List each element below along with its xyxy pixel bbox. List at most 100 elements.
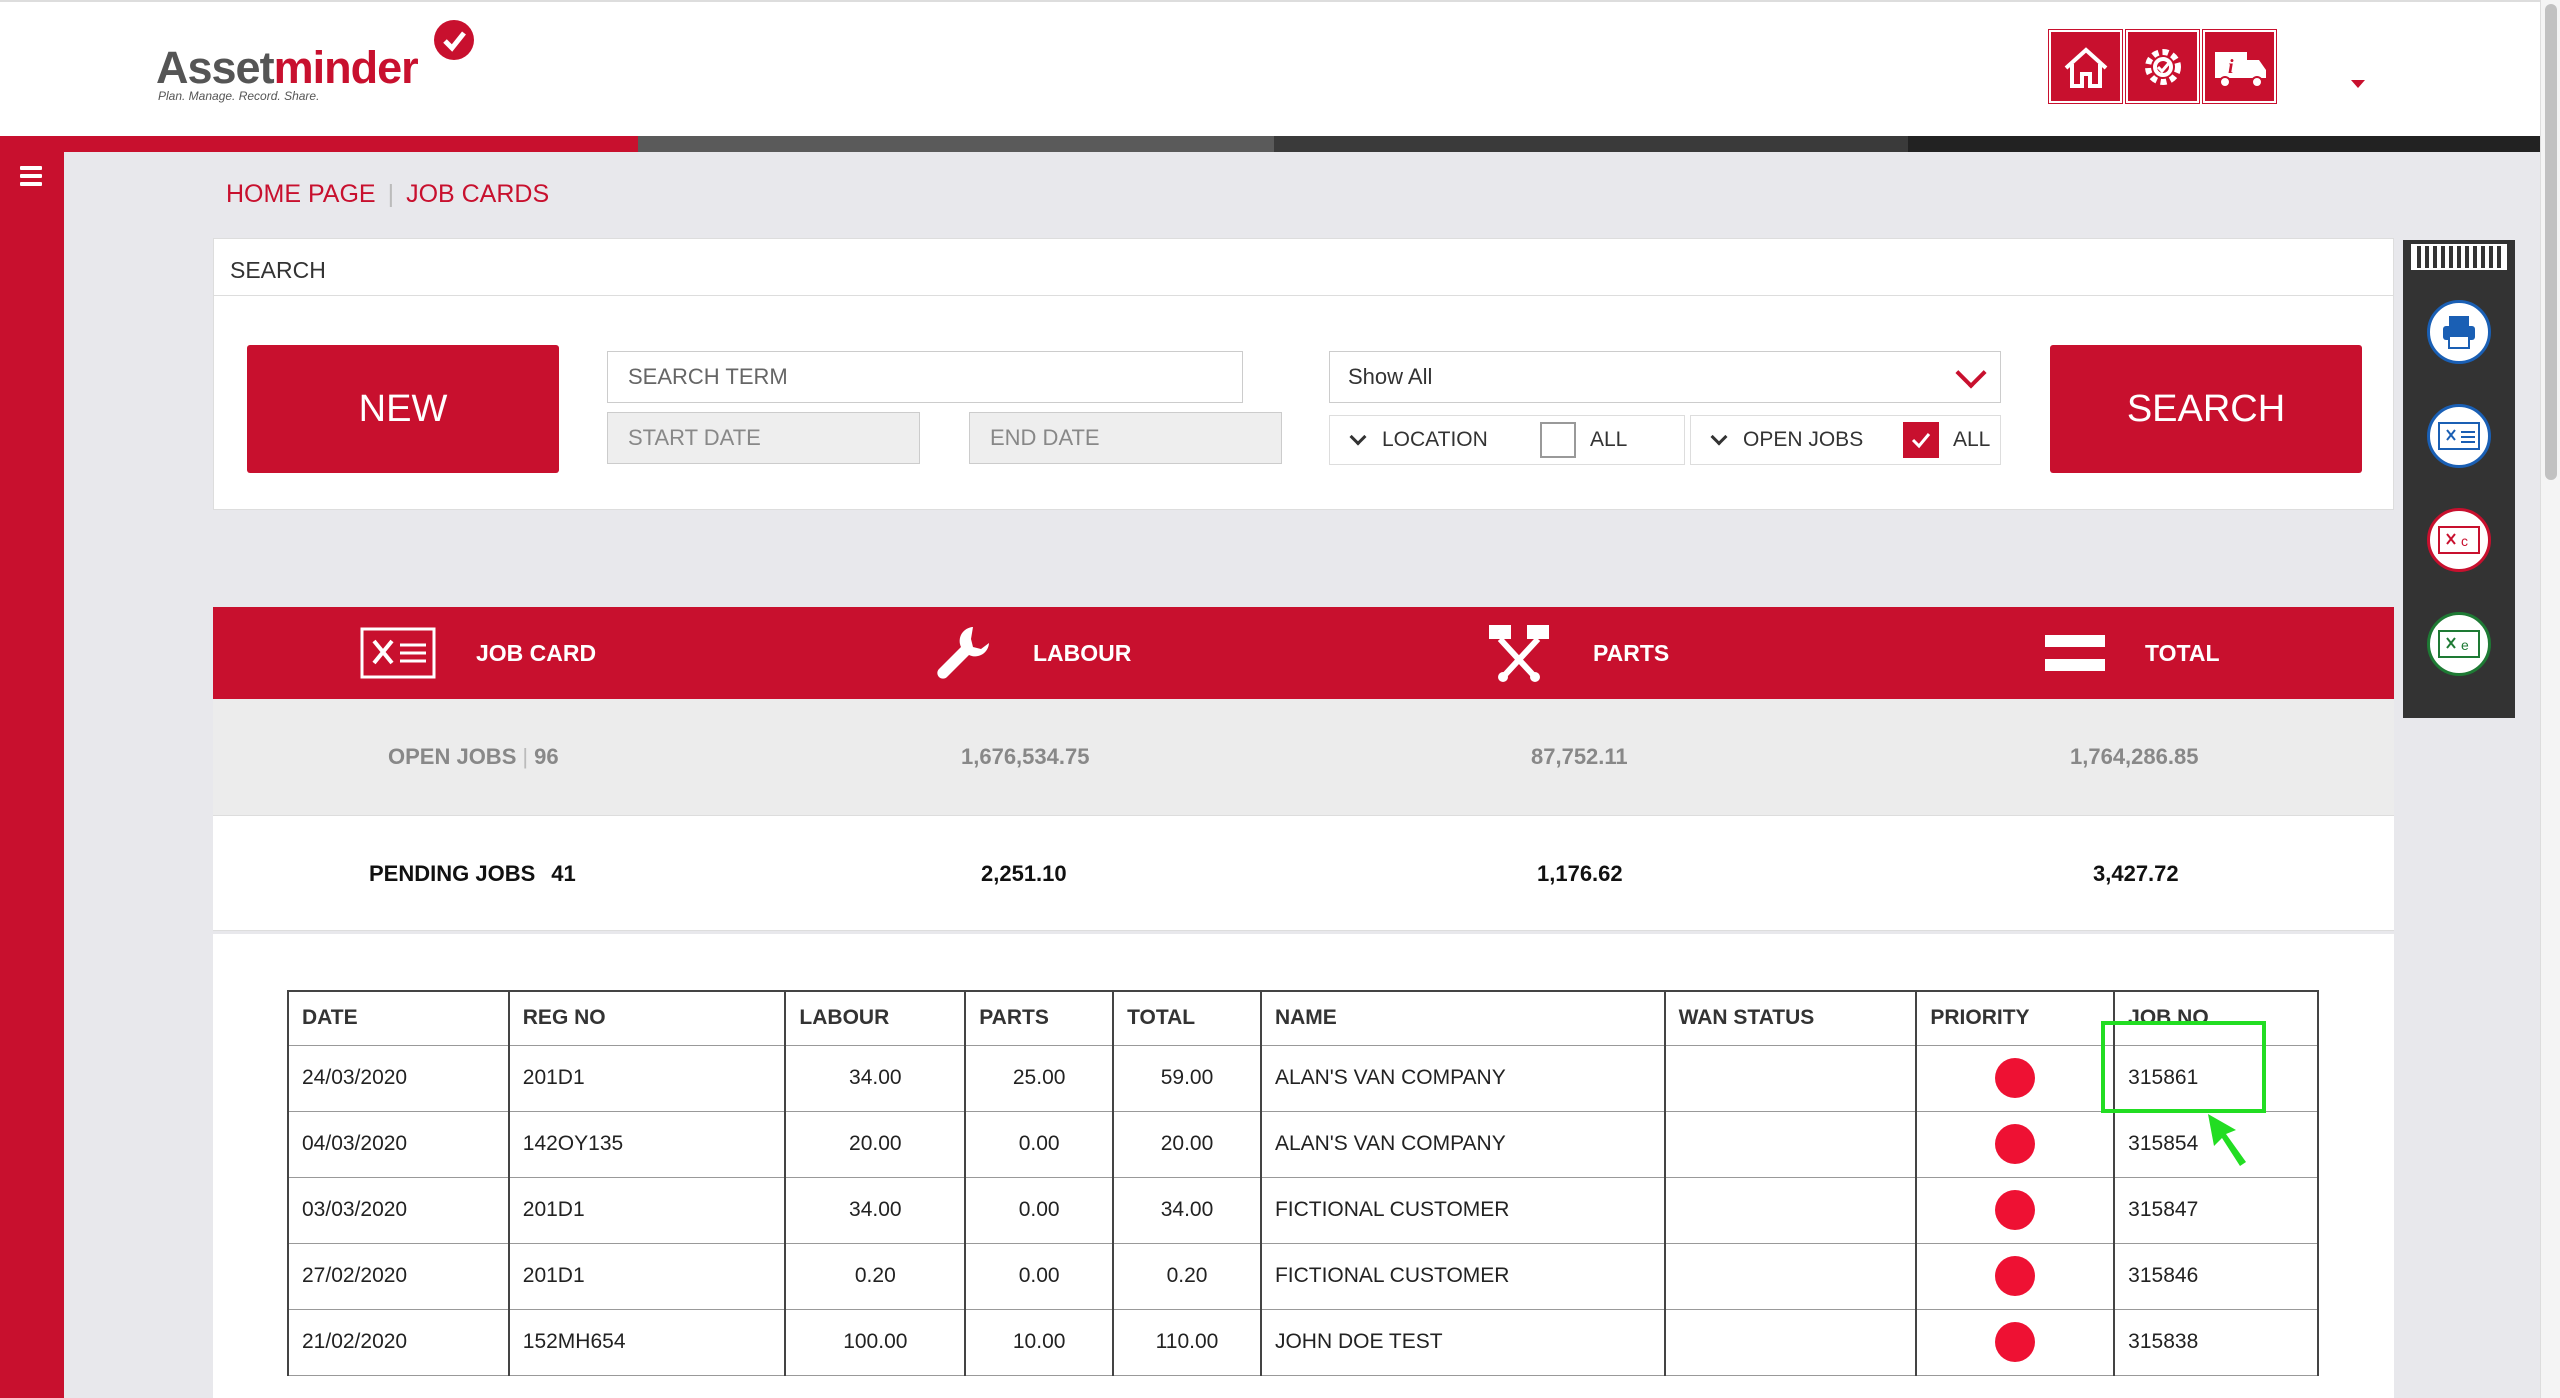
priority-dot-icon [1995,1256,2036,1296]
start-date-input[interactable]: START DATE [607,412,920,464]
cell-date: 27/02/2020 [287,1243,510,1310]
table-row[interactable]: 27/02/2020 201D1 0.20 0.00 0.20 FICTIONAL CUS… [287,1243,2319,1310]
new-button[interactable]: NEW [247,345,559,473]
open-jobs-filter[interactable]: OPEN JOBS ALL [1690,415,2001,465]
show-filter-value: Show All [1348,364,1433,389]
location-filter[interactable]: LOCATION ALL [1329,415,1685,465]
export-icon [2438,422,2480,450]
open-jobs-labour: 1,676,534.75 [961,744,1090,769]
open-jobs-parts: 87,752.11 [1531,744,1628,769]
page-scrollbar[interactable] [2540,0,2560,1398]
export-csv-button[interactable]: c [2427,508,2491,572]
pending-jobs-summary-row[interactable]: PENDING JOBS 41 2,251.10 1,176.62 3,427.7… [213,815,2394,931]
search-panel: SEARCH NEW SEARCH TERM START DATE END DA… [213,238,2394,510]
summary-total-header: TOTAL [2043,607,2220,699]
cell-total: 20.00 [1113,1111,1262,1178]
col-wan-status[interactable]: WAN STATUS [1664,990,1918,1046]
job-card-icon [360,627,436,679]
cell-wan [1664,1243,1918,1310]
vehicle-info-button[interactable]: i [2202,29,2277,104]
job-cards-table: DATE REG NO LABOUR PARTS TOTAL NAME WAN … [287,990,2319,1376]
cell-priority [1916,1177,2116,1244]
header-stripe-dark [1274,136,1908,152]
summary-header: JOB CARD LABOUR PARTS TOTAL [213,607,2394,699]
cell-reg: 201D1 [508,1243,787,1310]
col-total[interactable]: TOTAL [1113,990,1262,1046]
header-stripe-grey [638,136,1274,152]
home-icon [2064,46,2107,88]
summary-labour-label: LABOUR [1033,639,1132,666]
search-button[interactable]: SEARCH [2050,345,2362,473]
open-jobs-summary-row[interactable]: OPEN JOBS | 96 1,676,534.75 87,752.11 1,76… [213,699,2394,815]
pending-jobs-labour: 2,251.10 [981,861,1067,886]
cell-reg: 201D1 [508,1177,787,1244]
hamburger-menu-icon[interactable] [20,166,42,186]
summary-parts-label: PARTS [1593,639,1670,666]
cell-wan [1664,1177,1918,1244]
pending-jobs-count: 41 [551,861,576,886]
breadcrumb-home-link[interactable]: HOME PAGE [226,180,376,208]
col-name[interactable]: NAME [1260,990,1666,1046]
location-chevron-icon [1349,428,1367,446]
assetminder-logo[interactable]: Assetminder Plan. Manage. Record. Share. [156,20,496,112]
export-excel-icon: e [2438,630,2480,658]
cell-priority [1916,1309,2116,1376]
pending-jobs-total: 3,427.72 [2093,861,2179,886]
cell-labour: 20.00 [785,1111,967,1178]
breadcrumb: HOME PAGE | JOB CARDS [226,180,550,208]
col-labour[interactable]: LABOUR [785,990,967,1046]
col-date[interactable]: DATE [287,990,510,1046]
cell-wan [1664,1045,1918,1112]
print-button[interactable] [2427,300,2491,364]
settings-button[interactable] [2125,29,2200,104]
location-all-checkbox[interactable] [1540,422,1576,458]
show-filter-select[interactable]: Show All [1329,351,2001,403]
cell-job[interactable]: 315846 [2114,1243,2319,1310]
job-no-highlight-box [2101,1021,2266,1113]
cell-name: FICTIONAL CUSTOMER [1260,1243,1666,1310]
barcode-icon[interactable] [2411,244,2507,270]
cell-parts: 10.00 [965,1309,1115,1376]
cell-job[interactable]: 315847 [2114,1177,2319,1244]
svg-text:i: i [2228,56,2234,78]
cell-parts: 0.00 [965,1243,1115,1310]
search-term-input[interactable]: SEARCH TERM [607,351,1243,403]
col-reg-no[interactable]: REG NO [508,990,787,1046]
cell-name: ALAN'S VAN COMPANY [1260,1045,1666,1112]
priority-dot-icon [1995,1190,2036,1230]
export-csv-icon: c [2438,526,2480,554]
priority-dot-icon [1995,1124,2036,1164]
logo-tagline: Plan. Manage. Record. Share. [158,89,320,103]
table-row[interactable]: 21/02/2020 152MH654 100.00 10.00 110.00 JOHN … [287,1309,2319,1376]
right-toolbar: c e [2403,240,2515,718]
cell-wan [1664,1309,1918,1376]
cell-wan [1664,1111,1918,1178]
table-row[interactable]: 03/03/2020 201D1 34.00 0.00 34.00 FICTIONAL C… [287,1177,2319,1244]
checkmark-icon [1911,433,1931,449]
breadcrumb-current[interactable]: JOB CARDS [406,180,549,208]
end-date-input[interactable]: END DATE [969,412,1282,464]
summary-parts-header: PARTS [1483,607,1669,699]
cell-job[interactable]: 315838 [2114,1309,2319,1376]
table-row[interactable]: 24/03/2020 201D1 34.00 25.00 59.00 ALAN'S VAN… [287,1045,2319,1112]
cell-date: 21/02/2020 [287,1309,510,1376]
col-parts[interactable]: PARTS [965,990,1115,1046]
home-button[interactable] [2048,29,2123,104]
wrench-icon [937,627,989,679]
open-jobs-chevron-icon [1710,428,1728,446]
export-button[interactable] [2427,404,2491,468]
col-priority[interactable]: PRIORITY [1916,990,2116,1046]
user-menu-caret-icon[interactable] [2351,80,2365,88]
open-jobs-all-checkbox[interactable] [1903,422,1939,458]
summary-job-card-label: JOB CARD [476,639,597,666]
priority-dot-icon [1995,1058,2036,1098]
cell-total: 59.00 [1113,1045,1262,1112]
scrollbar-thumb[interactable] [2545,4,2557,480]
left-sidebar [0,152,64,1398]
export-excel-button[interactable]: e [2427,612,2491,676]
table-row[interactable]: 04/03/2020 142OY135 20.00 0.00 20.00 ALAN'S V… [287,1111,2319,1178]
cell-labour: 100.00 [785,1309,967,1376]
open-jobs-label-cell: OPEN JOBS | 96 [388,744,559,769]
equals-icon [2045,635,2105,671]
cell-priority [1916,1243,2116,1310]
